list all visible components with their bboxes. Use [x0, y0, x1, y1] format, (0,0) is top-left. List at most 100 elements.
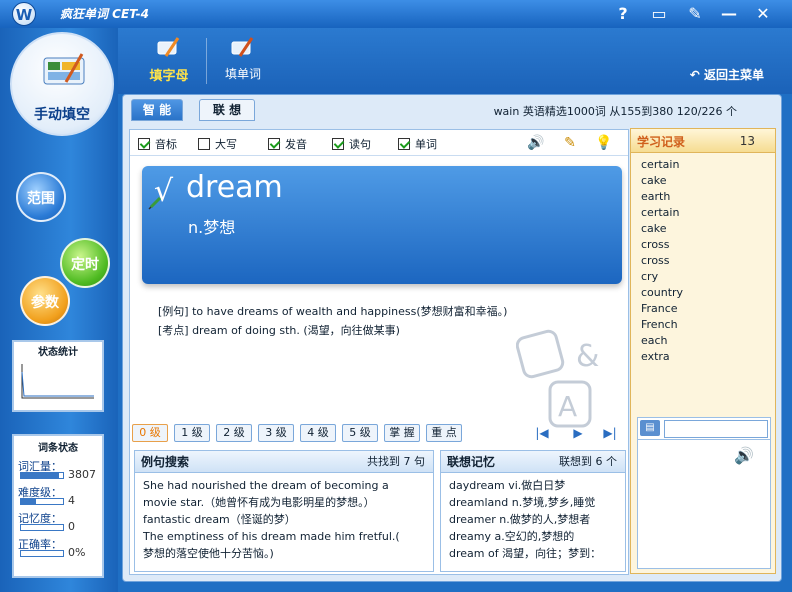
list-item[interactable]: certain — [641, 157, 765, 173]
list-item[interactable]: each — [641, 333, 765, 349]
list-item: fantastic dream（怪诞的梦） — [143, 513, 296, 526]
speaker-icon[interactable]: 🔊 — [526, 134, 546, 152]
mastered-button[interactable]: 掌 握 — [384, 424, 420, 442]
notebook-icon[interactable]: ✎ — [560, 134, 580, 152]
tab-smart[interactable]: 智 能 — [131, 99, 183, 121]
checkbox[interactable] — [332, 138, 344, 150]
level-5-button[interactable]: 5 级 — [342, 424, 378, 442]
list-item: dreamer n.做梦的人,梦想者 — [449, 513, 591, 526]
level-1-button[interactable]: 1 级 — [174, 424, 210, 442]
checkbox[interactable] — [398, 138, 410, 150]
example-search-header: 例句搜索 共找到 7 句 — [135, 451, 433, 473]
options-row: 音标 大写 发音 读句 单词 🔊 ✎ 💡 — [130, 130, 628, 156]
option-uppercase[interactable]: 大写 — [198, 136, 237, 152]
word-meaning: n.梦想 — [188, 218, 236, 237]
list-item[interactable]: earth — [641, 189, 765, 205]
list-item: The emptiness of his dream made him fret… — [143, 530, 400, 543]
tray-button[interactable]: ▭ — [648, 4, 670, 24]
option-phonetic[interactable]: 音标 — [138, 136, 177, 152]
lookup-input[interactable] — [664, 420, 768, 438]
level-4-button[interactable]: 4 级 — [300, 424, 336, 442]
return-icon: ↶ — [689, 68, 704, 82]
speaker-icon[interactable]: 🔊 — [734, 446, 754, 465]
history-panel: 学习记录 13 certain cake earth certain cake … — [630, 128, 776, 574]
pencil-icon — [148, 196, 162, 210]
mode-label: 手动填空 — [34, 107, 90, 123]
level-2-button[interactable]: 2 级 — [216, 424, 252, 442]
level-filter-row: 0 级 1 级 2 级 3 级 4 级 5 级 掌 握 重 点 |◀ ▶ ▶| — [132, 424, 628, 446]
title-bar: W 疯狂单词 CET-4 ? ▭ ✎ — ✕ — [0, 0, 792, 28]
tab-fill-letter[interactable]: 填字母 — [134, 32, 204, 90]
list-item: dreamland n.梦境,梦乡,睡觉 — [449, 496, 596, 509]
list-item[interactable]: cake — [641, 221, 765, 237]
list-item[interactable]: French — [641, 317, 765, 333]
list-item: daydream vi.做白日梦 — [449, 479, 566, 492]
option-read-sentence[interactable]: 读句 — [332, 136, 371, 152]
current-word: dream — [186, 170, 283, 205]
stats-title: 状态统计 — [38, 347, 78, 358]
tab-fill-word-label: 填单词 — [224, 67, 261, 81]
fill-letter-icon — [157, 37, 180, 57]
option-label: 音标 — [155, 138, 177, 151]
stat-accuracy: 正确率： 0% — [18, 536, 100, 562]
history-count: 13 — [739, 134, 755, 148]
list-item[interactable]: cake — [641, 173, 765, 189]
list-item[interactable]: country — [641, 285, 765, 301]
stat-value: 4 — [68, 494, 75, 507]
assoc-memory-panel: 联想记忆 联想到 6 个 daydream vi.做白日梦 dreamland … — [440, 450, 626, 572]
close-button[interactable]: ✕ — [752, 4, 774, 24]
hint-bulb-icon[interactable]: 💡 — [594, 134, 614, 152]
stat-memory: 记忆度： 0 — [18, 510, 100, 536]
minimize-button[interactable]: — — [718, 4, 740, 24]
tab-divider — [206, 38, 207, 84]
list-item: 梦想的落空使他十分苦恼。) — [143, 547, 274, 560]
list-item[interactable]: certain — [641, 205, 765, 221]
edit-button[interactable]: ✎ — [684, 4, 706, 24]
example-search-list: She had nourished the dream of becoming … — [135, 473, 433, 566]
play-icon[interactable]: ▶ — [568, 424, 588, 442]
range-button[interactable]: 范围 — [16, 172, 66, 222]
first-icon[interactable]: |◀ — [532, 424, 552, 442]
list-item: dreamy a.空幻的,梦想的 — [449, 530, 575, 543]
option-label: 单词 — [415, 138, 437, 151]
dictionary-icon[interactable]: ▤ — [640, 420, 660, 436]
timer-button[interactable]: 定时 — [60, 238, 110, 288]
help-button[interactable]: ? — [612, 4, 634, 24]
option-label: 发音 — [285, 138, 307, 151]
lookup-box: ▤ 🔊 — [637, 417, 771, 569]
option-pronounce[interactable]: 发音 — [268, 136, 307, 152]
params-button[interactable]: 参数 — [20, 276, 70, 326]
tab-fill-letter-label: 填字母 — [149, 69, 189, 84]
word-state-title: 词条状态 — [38, 443, 78, 454]
word-state-panel: 词条状态 词汇量： 3807 难度级： 4 记忆度： 0 正确率： 0% — [12, 434, 104, 578]
checkbox[interactable] — [198, 138, 210, 150]
stat-difficulty: 难度级： 4 — [18, 484, 100, 510]
option-word[interactable]: 单词 — [398, 136, 437, 152]
sidebar: 手动填空 范围 定时 参数 状态统计 词条状态 词汇量： 3807 难度级： 4… — [0, 28, 118, 592]
example-search-count: 共找到 7 句 — [367, 455, 425, 468]
list-item[interactable]: extra — [641, 349, 765, 365]
assoc-memory-count: 联想到 6 个 — [559, 455, 617, 468]
word-banner: √ dream n.梦想 — [142, 166, 622, 284]
history-list: certain cake earth certain cake cross cr… — [631, 153, 775, 369]
level-3-button[interactable]: 3 级 — [258, 424, 294, 442]
level-0-button[interactable]: 0 级 — [132, 424, 168, 442]
checkbox[interactable] — [138, 138, 150, 150]
tab-assoc[interactable]: 联 想 — [199, 99, 255, 121]
key-button[interactable]: 重 点 — [426, 424, 462, 442]
checkbox[interactable] — [268, 138, 280, 150]
list-item[interactable]: cross — [641, 253, 765, 269]
word-list-info: wain 英语精选1000词 从155到380 120/226 个 — [493, 105, 737, 118]
return-main-button[interactable]: ↶ 返回主菜单 — [690, 66, 764, 83]
assoc-memory-title: 联想记忆 — [447, 455, 496, 469]
mode-toolbar: 填字母 填单词 ↶ 返回主菜单 — [118, 28, 792, 94]
list-item[interactable]: France — [641, 301, 765, 317]
tab-fill-word[interactable]: 填单词 — [208, 32, 278, 90]
stat-bar — [20, 498, 64, 505]
example-search-title: 例句搜索 — [141, 455, 190, 469]
stat-value: 0 — [68, 520, 75, 533]
fill-word-icon — [231, 37, 254, 57]
list-item[interactable]: cry — [641, 269, 765, 285]
last-icon[interactable]: ▶| — [600, 424, 620, 442]
list-item[interactable]: cross — [641, 237, 765, 253]
